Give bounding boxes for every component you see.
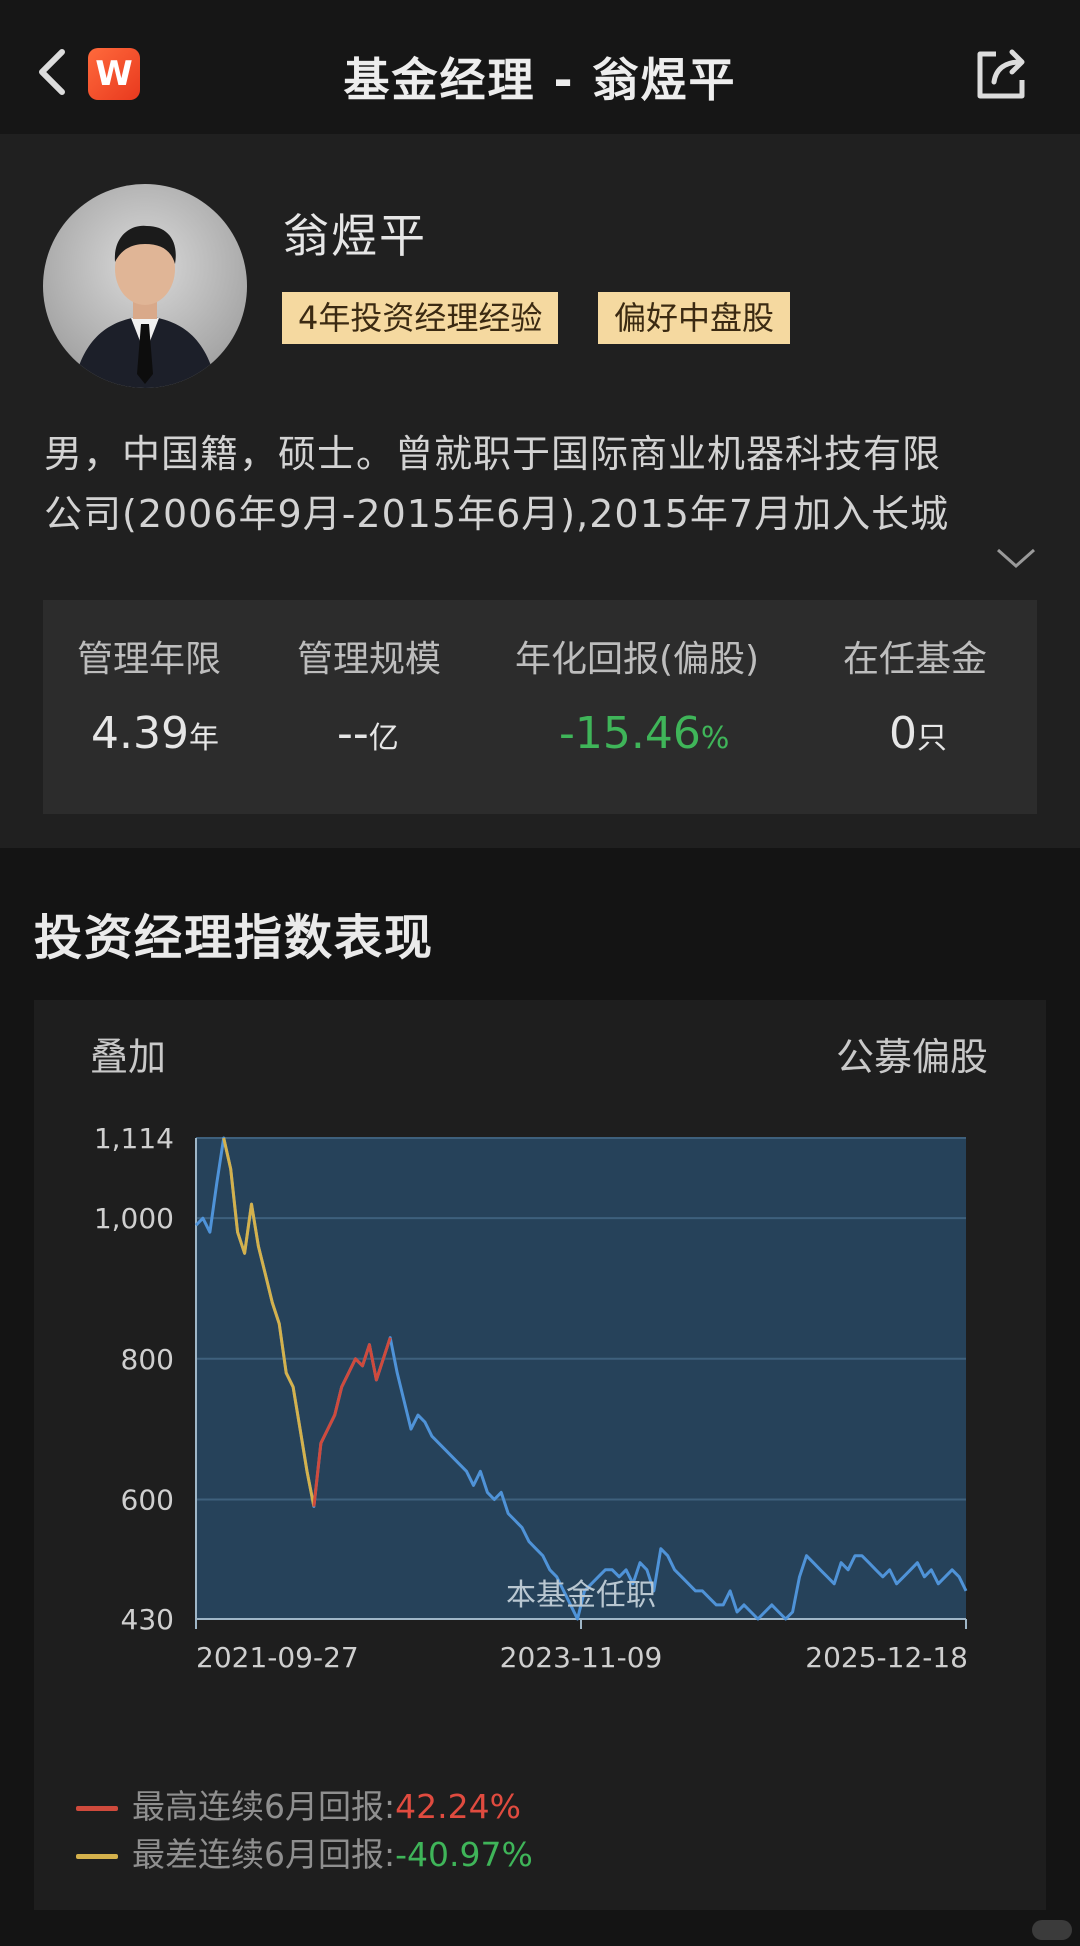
stat-label: 管理规模 [297, 639, 442, 680]
stat-value: 0只 [889, 708, 947, 759]
plot-area [196, 1138, 966, 1619]
section-title: 投资经理指数表现 [34, 910, 435, 966]
page-title: 基金经理 - 翁煜平 [343, 53, 737, 107]
legend-value: -40.97% [395, 1835, 533, 1874]
stat-value: -15.46% [559, 708, 729, 759]
tag-preference: 偏好中盘股 [598, 292, 791, 344]
tenure-annotation: 本基金任职 [506, 1578, 656, 1613]
bio-line: 男，中国籍，硕士。曾就职于国际商业机器科技有限 [44, 432, 942, 476]
x-tick-label: 2021-09-27 [196, 1641, 359, 1674]
stat-number: -15.46 [559, 708, 701, 759]
manager-name: 翁煜平 [283, 209, 427, 263]
legend-value: 42.24% [395, 1787, 521, 1826]
stats-panel: 管理年限 4.39年 管理规模 --亿 年化回报(偏股) -15.46% 在任基… [43, 600, 1037, 814]
x-tick-label: 2025-12-18 [805, 1641, 968, 1674]
top-bar: W 基金经理 - 翁煜平 [0, 0, 1080, 134]
stat-value: --亿 [337, 708, 399, 759]
legend-label: 最高连续6月回报: [132, 1787, 396, 1826]
stat-number: 4.39 [91, 708, 189, 759]
stat-number: -- [337, 708, 369, 759]
y-tick-label: 800 [121, 1343, 174, 1376]
watermark [1032, 1920, 1072, 1940]
y-tick-label: 600 [121, 1483, 174, 1516]
stat-value: 4.39年 [91, 708, 219, 759]
stat-label: 管理年限 [77, 639, 222, 680]
legend-label: 最差连续6月回报: [132, 1835, 396, 1874]
index-line-chart: 1,114 1,000 800 600 430 2021-09-27 2023-11-09 2… [94, 1122, 968, 1674]
stat-unit: 年 [188, 721, 219, 756]
y-tick-label: 1,000 [94, 1202, 174, 1235]
avatar [43, 184, 247, 388]
manager-bio[interactable]: 男，中国籍，硕士。曾就职于国际商业机器科技有限 公司(2006年9月-2015年… [44, 424, 1039, 544]
person-icon [73, 225, 217, 388]
stat-label: 在任基金 [843, 639, 988, 680]
stat-number: 0 [889, 708, 917, 759]
chevron-down-icon[interactable] [996, 546, 1036, 570]
manager-profile: 翁煜平 4年投资经理经验 偏好中盘股 男，中国籍，硕士。曾就职于国际商业机器科技… [0, 134, 1080, 848]
share-icon[interactable] [972, 44, 1032, 104]
stat-unit: % [700, 721, 730, 756]
y-tick-label: 430 [121, 1603, 174, 1636]
stat-unit: 只 [917, 721, 947, 756]
stat-unit: 亿 [368, 721, 399, 756]
bio-line: 公司(2006年9月-2015年6月),2015年7月加入长城 [44, 492, 950, 536]
legend-swatch [76, 1854, 118, 1859]
x-tick-label: 2023-11-09 [500, 1641, 663, 1674]
tag-experience: 4年投资经理经验 [282, 292, 559, 344]
legend-best: 最高连续6月回报:42.24% [76, 1780, 521, 1828]
chart-card: 叠加 公募偏股 1,114 1,000 800 600 430 2021-09-27 202… [34, 1000, 1046, 1910]
y-tick-label: 1,114 [94, 1122, 174, 1155]
legend-swatch [76, 1806, 118, 1811]
legend-worst: 最差连续6月回报:-40.97% [76, 1828, 533, 1876]
stat-label: 年化回报(偏股) [515, 639, 760, 680]
